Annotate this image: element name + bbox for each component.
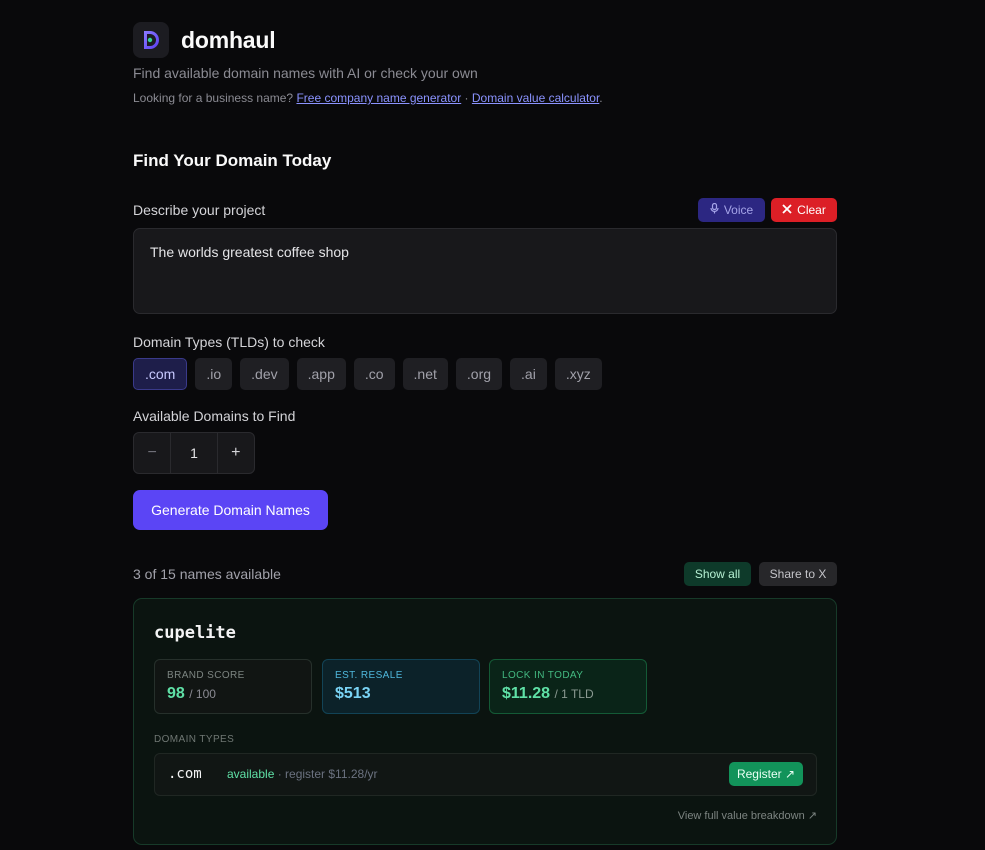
- tld-option-net[interactable]: .net: [402, 358, 448, 390]
- availability-text: available: [227, 767, 275, 781]
- tld-option-com[interactable]: .com: [133, 358, 188, 390]
- tld-option-app[interactable]: .app: [296, 358, 346, 390]
- brand-score-value-row: 98 / 100: [167, 685, 216, 703]
- tld-option-ai[interactable]: .ai: [510, 358, 547, 390]
- links-suffix: .: [599, 91, 603, 105]
- company-name-generator-link[interactable]: Free company name generator: [296, 91, 461, 105]
- links-separator: ·: [461, 91, 472, 105]
- show-all-button[interactable]: Show all: [684, 562, 751, 586]
- domain-type-row: .com available · register $11.28/yr Regi…: [154, 753, 817, 796]
- voice-button[interactable]: Voice: [698, 198, 765, 222]
- share-to-x-button[interactable]: Share to X: [759, 562, 837, 586]
- app-name: domhaul: [181, 27, 276, 53]
- lock-in-value-row: $11.28 / 1 TLD: [502, 685, 594, 703]
- results-summary: 3 of 15 names available: [133, 566, 281, 582]
- generate-button[interactable]: Generate Domain Names: [133, 490, 328, 530]
- project-description-text: The worlds greatest coffee shop: [150, 244, 349, 260]
- clear-label: Clear: [797, 203, 826, 217]
- availability-status: available · register $11.28/yr: [227, 767, 378, 781]
- increment-button[interactable]: +: [218, 433, 254, 473]
- lock-in-title: LOCK IN TODAY: [502, 670, 584, 681]
- page: domhaul Find available domain names with…: [0, 0, 985, 850]
- register-price-text: · register $11.28/yr: [274, 767, 378, 781]
- section-title: Find Your Domain Today: [133, 151, 332, 170]
- tld-option-xyz[interactable]: .xyz: [554, 358, 602, 390]
- tagline: Find available domain names with AI or c…: [133, 65, 478, 81]
- brand-score-stat: BRAND SCORE 98 / 100: [154, 659, 312, 714]
- resale-stat: EST. RESALE $513: [322, 659, 480, 714]
- value-breakdown-link[interactable]: View full value breakdown ↗: [678, 809, 817, 822]
- tld-options: .com .io .dev .app .co .net .org .ai .xy…: [133, 358, 602, 390]
- brand-score-title: BRAND SCORE: [167, 670, 245, 681]
- domain-result-card: cupelite BRAND SCORE 98 / 100 EST. RESAL…: [133, 598, 837, 845]
- lock-in-price: $11.28: [502, 685, 551, 702]
- brand-score-max: / 100: [189, 687, 216, 701]
- close-icon: [782, 203, 792, 217]
- register-button[interactable]: Register ↗: [729, 762, 803, 786]
- domain-name: cupelite: [154, 623, 236, 643]
- tld-option-org[interactable]: .org: [455, 358, 503, 390]
- resale-value: $513: [335, 685, 371, 702]
- tld-option-io[interactable]: .io: [195, 358, 233, 390]
- count-label: Available Domains to Find: [133, 408, 296, 424]
- describe-label: Describe your project: [133, 202, 266, 218]
- domain-extension: .com: [168, 766, 202, 782]
- lock-in-stat: LOCK IN TODAY $11.28 / 1 TLD: [489, 659, 647, 714]
- links-prefix: Looking for a business name?: [133, 91, 294, 105]
- tld-label: Domain Types (TLDs) to check: [133, 334, 325, 350]
- helper-links: Looking for a business name? Free compan…: [133, 91, 603, 105]
- count-value[interactable]: 1: [170, 433, 218, 473]
- tld-option-co[interactable]: .co: [353, 358, 395, 390]
- project-description-input[interactable]: The worlds greatest coffee shop: [133, 228, 837, 314]
- count-stepper: − 1 +: [133, 432, 255, 474]
- microphone-icon: [710, 202, 719, 217]
- voice-label: Voice: [723, 203, 754, 217]
- tld-option-dev[interactable]: .dev: [240, 358, 289, 390]
- domhaul-logo-icon: [133, 22, 169, 58]
- brand-score-value: 98: [167, 685, 185, 702]
- resale-title: EST. RESALE: [335, 670, 403, 681]
- domain-value-calculator-link[interactable]: Domain value calculator: [472, 91, 599, 105]
- lock-in-unit: / 1 TLD: [554, 687, 594, 701]
- domain-types-label: DOMAIN TYPES: [154, 734, 235, 745]
- clear-button[interactable]: Clear: [771, 198, 837, 222]
- decrement-button[interactable]: −: [134, 433, 170, 473]
